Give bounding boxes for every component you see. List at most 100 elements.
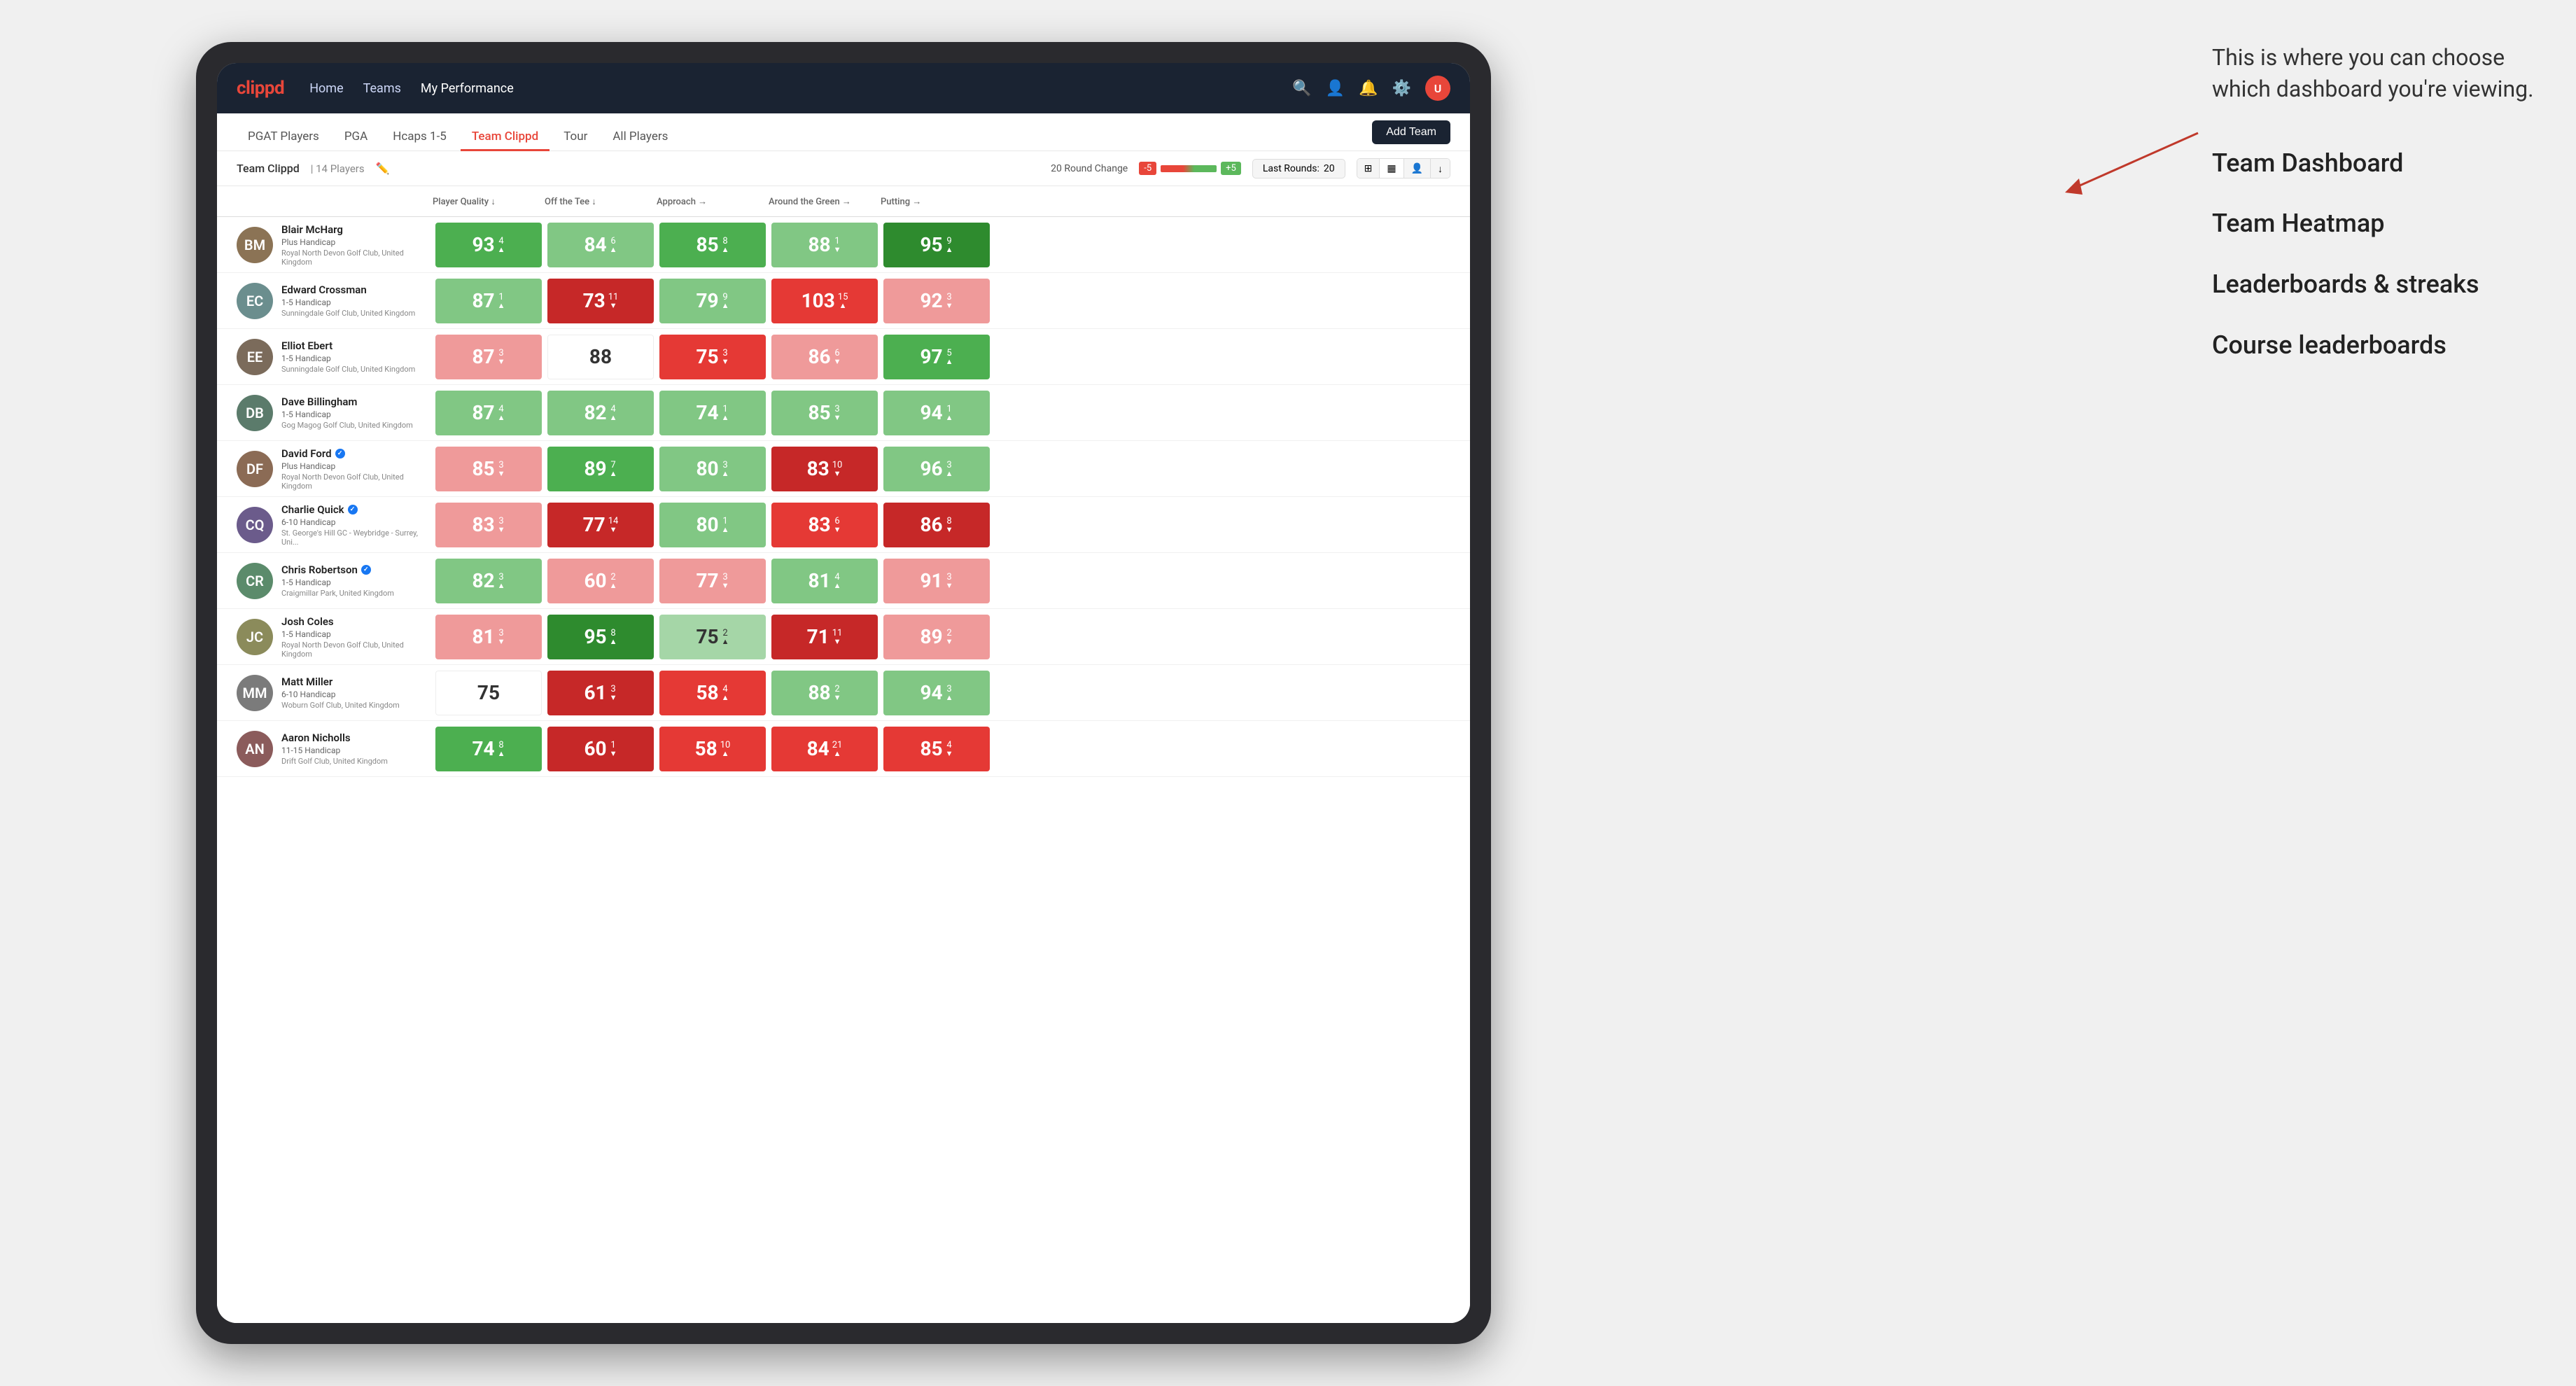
player-handicap: 6-10 Handicap — [281, 517, 433, 527]
subheader: Team Clippd | 14 Players ✏️ 20 Round Cha… — [217, 151, 1470, 186]
player-club: Drift Golf Club, United Kingdom — [281, 757, 388, 766]
tab-pga[interactable]: PGA — [333, 124, 379, 151]
col-approach[interactable]: Approach → — [657, 196, 769, 207]
player-name: Josh Coles — [281, 615, 433, 628]
tab-pgat[interactable]: PGAT Players — [237, 124, 330, 151]
score-cell-2: 803▲ — [659, 447, 766, 491]
player-name: Chris Robertson✓ — [281, 564, 394, 576]
player-name: Edward Crossman — [281, 284, 415, 296]
player-club: Gog Magog Golf Club, United Kingdom — [281, 421, 413, 430]
person-view-button[interactable]: 👤 — [1404, 159, 1431, 178]
score-cell-4: 923▼ — [883, 279, 990, 323]
player-handicap: 1-5 Handicap — [281, 298, 415, 307]
bell-icon[interactable]: 🔔 — [1359, 80, 1378, 97]
settings-icon[interactable]: ⚙️ — [1392, 80, 1411, 97]
player-name: Dave Billingham — [281, 396, 413, 408]
tab-hcaps[interactable]: Hcaps 1-5 — [382, 124, 458, 151]
table-row[interactable]: CRChris Robertson✓1-5 HandicapCraigmilla… — [217, 553, 1470, 609]
annotation-item-3: Course leaderboards — [2212, 329, 2548, 362]
add-team-button[interactable]: Add Team — [1372, 120, 1450, 144]
player-details: Charlie Quick✓6-10 HandicapSt. George's … — [281, 503, 433, 547]
player-info: CQCharlie Quick✓6-10 HandicapSt. George'… — [237, 503, 433, 547]
score-change: 3▼ — [722, 573, 729, 589]
score-change: 11▼ — [608, 293, 619, 309]
nav-item-home[interactable]: Home — [309, 78, 343, 99]
score-change: 9▲ — [722, 293, 729, 309]
score-cell-0: 934▲ — [435, 223, 542, 267]
table-row[interactable]: EEElliot Ebert1-5 HandicapSunningdale Go… — [217, 329, 1470, 385]
player-details: Elliot Ebert1-5 HandicapSunningdale Golf… — [281, 340, 415, 374]
score-change: 1▼ — [834, 237, 841, 253]
nav-item-performance[interactable]: My Performance — [421, 78, 514, 99]
player-avatar: EE — [237, 339, 273, 375]
score-change: 2▲ — [722, 629, 729, 645]
edit-icon[interactable]: ✏️ — [376, 162, 390, 175]
score-value: 95 — [920, 233, 942, 256]
player-name: David Ford✓ — [281, 447, 433, 460]
score-change: 3▼ — [498, 349, 505, 365]
player-avatar: MM — [237, 675, 273, 711]
player-avatar: CR — [237, 563, 273, 599]
score-cell-1: 897▲ — [547, 447, 654, 491]
heatmap-view-button[interactable]: ▦ — [1380, 159, 1404, 178]
col-putting[interactable]: Putting → — [881, 196, 993, 207]
nav-item-teams[interactable]: Teams — [363, 78, 401, 99]
table-row[interactable]: DFDavid Ford✓Plus HandicapRoyal North De… — [217, 441, 1470, 497]
score-change: 4▲ — [722, 685, 729, 701]
score-cell-1: 601▼ — [547, 727, 654, 771]
tab-all-players[interactable]: All Players — [601, 124, 679, 151]
col-around-green[interactable]: Around the Green → — [769, 196, 881, 207]
player-info: ECEdward Crossman1-5 HandicapSunningdale… — [237, 283, 433, 319]
navbar: clippd Home Teams My Performance 🔍 👤 🔔 ⚙… — [217, 63, 1470, 113]
score-change: 3▲ — [946, 685, 953, 701]
score-value: 75 — [696, 625, 718, 648]
score-change: 1▲ — [722, 405, 729, 421]
player-club: Craigmillar Park, United Kingdom — [281, 589, 394, 598]
score-cell-2: 752▲ — [659, 615, 766, 659]
score-cell-0: 75 — [435, 671, 542, 715]
table-row[interactable]: DBDave Billingham1-5 HandicapGog Magog G… — [217, 385, 1470, 441]
score-value: 85 — [472, 457, 494, 480]
table-row[interactable]: ECEdward Crossman1-5 HandicapSunningdale… — [217, 273, 1470, 329]
player-club: Royal North Devon Golf Club, United King… — [281, 248, 433, 267]
score-cell-4: 963▲ — [883, 447, 990, 491]
tab-tour[interactable]: Tour — [552, 124, 598, 151]
col-tee[interactable]: Off the Tee ↓ — [545, 196, 657, 207]
player-avatar: CQ — [237, 507, 273, 543]
last-rounds-button[interactable]: Last Rounds: 20 — [1252, 159, 1345, 178]
last-rounds-value: 20 — [1324, 163, 1335, 174]
table-row[interactable]: ANAaron Nicholls11-15 HandicapDrift Golf… — [217, 721, 1470, 777]
search-icon[interactable]: 🔍 — [1292, 80, 1311, 97]
tab-team-clippd[interactable]: Team Clippd — [461, 124, 550, 151]
table-row[interactable]: BMBlair McHargPlus HandicapRoyal North D… — [217, 217, 1470, 273]
neg-indicator: -5 — [1139, 162, 1156, 175]
tabbar: PGAT Players PGA Hcaps 1-5 Team Clippd T… — [217, 113, 1470, 151]
score-value: 89 — [920, 625, 942, 648]
grid-view-button[interactable]: ⊞ — [1357, 159, 1380, 178]
user-avatar[interactable]: U — [1425, 76, 1450, 101]
nav-right: 🔍 👤 🔔 ⚙️ U — [1292, 76, 1450, 101]
score-cell-4: 941▲ — [883, 391, 990, 435]
score-value: 83 — [807, 457, 830, 480]
verified-icon: ✓ — [335, 449, 345, 458]
table-row[interactable]: JCJosh Coles1-5 HandicapRoyal North Devo… — [217, 609, 1470, 665]
player-name: Matt Miller — [281, 676, 400, 688]
change-bar — [1161, 165, 1217, 172]
score-cell-1: 824▲ — [547, 391, 654, 435]
table-header: Player Quality ↓ Off the Tee ↓ Approach … — [217, 186, 1470, 217]
verified-icon: ✓ — [348, 505, 358, 514]
score-cell-2: 584▲ — [659, 671, 766, 715]
score-change: 4▲ — [834, 573, 841, 589]
score-cell-2: 773▼ — [659, 559, 766, 603]
score-cell-2: 5810▲ — [659, 727, 766, 771]
table-row[interactable]: MMMatt Miller6-10 HandicapWoburn Golf Cl… — [217, 665, 1470, 721]
col-quality[interactable]: Player Quality ↓ — [433, 196, 545, 207]
score-value: 80 — [696, 513, 718, 536]
player-name: Blair McHarg — [281, 223, 433, 236]
score-cell-3: 8421▲ — [771, 727, 878, 771]
player-details: Aaron Nicholls11-15 HandicapDrift Golf C… — [281, 732, 388, 766]
score-cell-1: 846▲ — [547, 223, 654, 267]
download-button[interactable]: ↓ — [1431, 159, 1450, 178]
person-icon[interactable]: 👤 — [1326, 80, 1345, 97]
table-row[interactable]: CQCharlie Quick✓6-10 HandicapSt. George'… — [217, 497, 1470, 553]
